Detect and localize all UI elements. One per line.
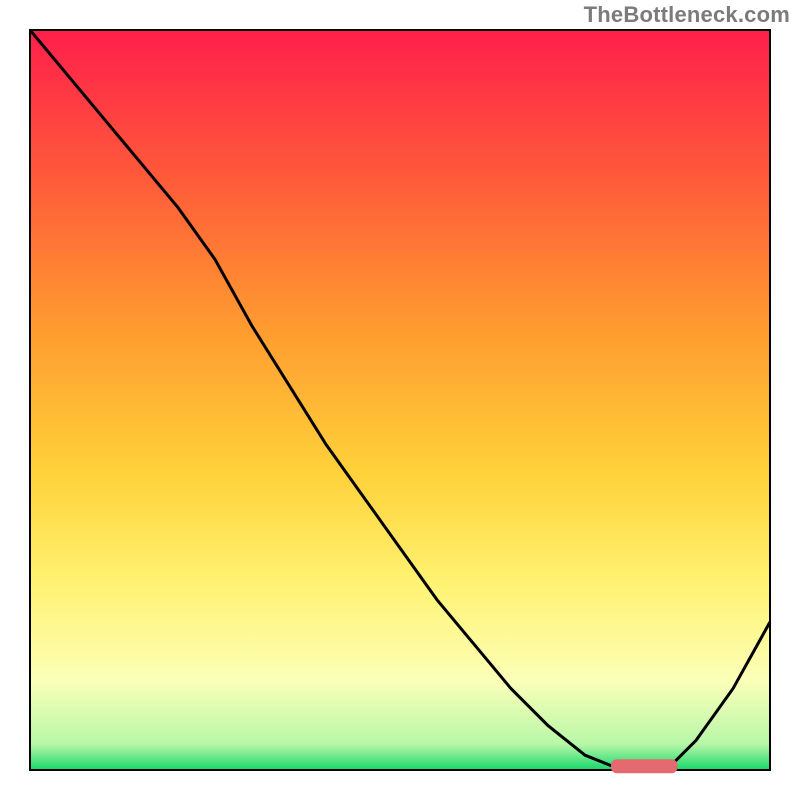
optimal-zone-marker [611,759,678,773]
plot-background [30,30,770,770]
watermark-text: TheBottleneck.com [584,2,790,28]
chart-container: TheBottleneck.com [0,0,800,800]
bottleneck-chart [0,0,800,800]
